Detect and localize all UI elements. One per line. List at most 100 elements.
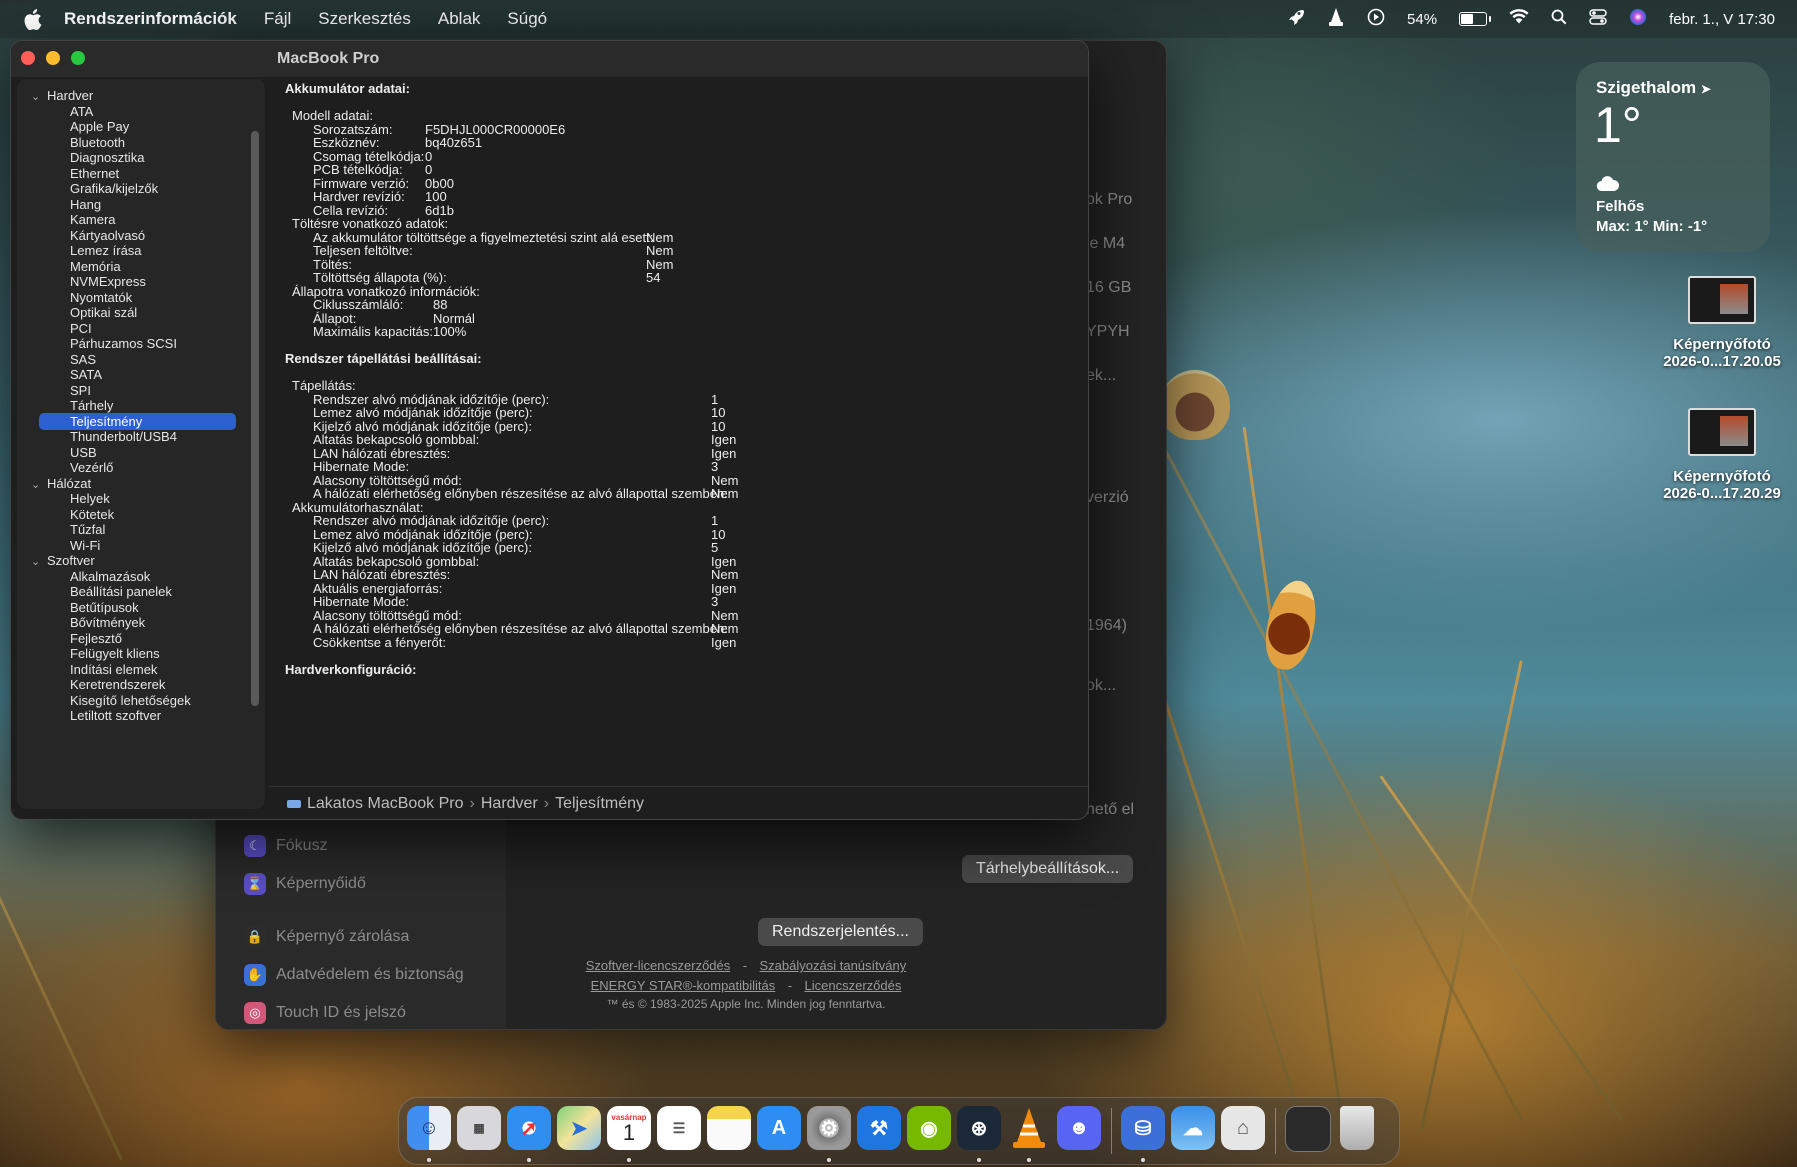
homebrew-icon[interactable]: ⌂ [1221, 1106, 1265, 1150]
screenshot-folder-icon[interactable] [1285, 1106, 1331, 1152]
apple-menu-icon[interactable] [22, 7, 44, 31]
weather-widget[interactable]: Szigethalom ➤ 1° Felhős Max: 1° Min: -1° [1576, 62, 1770, 252]
sidebar-item-privacy-security[interactable]: ✋ Adatvédelem és biztonság [244, 964, 464, 986]
sidebar-item[interactable]: Optikai szál [70, 305, 137, 320]
sidebar-item[interactable]: Wi-Fi [70, 538, 100, 553]
sidebar-item[interactable]: Letiltott szoftver [70, 708, 161, 723]
sidebar-item[interactable]: Kamera [70, 212, 116, 227]
system-settings-icon[interactable]: ⚙ [807, 1106, 851, 1150]
sidebar-item[interactable]: Kisegítő lehetőségek [70, 693, 191, 708]
sidebar-item[interactable]: Grafika/kijelzők [70, 181, 158, 196]
siri-icon[interactable] [1629, 8, 1647, 30]
menu-help[interactable]: Súgó [507, 9, 547, 29]
sidebar-item[interactable]: Tűzfal [70, 522, 105, 537]
spotlight-search-icon[interactable] [1551, 9, 1567, 29]
sidebar-item[interactable]: Vezérlő [70, 460, 113, 475]
sidebar-item-focus[interactable]: ☾ Fókusz [244, 835, 328, 857]
sidebar-category-network[interactable]: ⌄ Hálózat [31, 476, 91, 491]
menu-file[interactable]: Fájl [264, 9, 291, 29]
nvidia-icon[interactable]: ◉ [907, 1106, 951, 1150]
software-license-link[interactable]: Szoftver-licencszerződés [586, 958, 731, 973]
sidebar-item[interactable]: Lemez írása [70, 243, 142, 258]
play-circle-icon[interactable] [1367, 8, 1385, 30]
menu-window[interactable]: Ablak [438, 9, 481, 29]
disk-utility-icon[interactable]: ⛁ [1121, 1106, 1165, 1150]
regulatory-link[interactable]: Szabályozási tanúsítvány [760, 958, 907, 973]
safari-icon[interactable]: ➚ [507, 1106, 551, 1150]
sidebar-category-hardware[interactable]: ⌄ Hardver [31, 88, 93, 103]
sidebar-item-screen-time[interactable]: ⌛ Képernyőidő [244, 873, 366, 895]
notes-icon[interactable] [707, 1106, 751, 1150]
sidebar-item[interactable]: Ethernet [70, 166, 119, 181]
sidebar-item[interactable]: Kötetek [70, 507, 114, 522]
app-store-icon[interactable]: A [757, 1106, 801, 1150]
license-agreement-link[interactable]: Licencszerződés [805, 978, 902, 993]
sidebar-item[interactable]: Keretrendszerek [70, 677, 165, 692]
maps-icon[interactable]: ➤ [557, 1106, 601, 1150]
trash-icon[interactable] [1340, 1106, 1374, 1150]
finder-icon[interactable]: ☺ [407, 1106, 451, 1150]
storage-settings-button[interactable]: Tárhelybeállítások... [962, 855, 1134, 883]
sidebar-item[interactable]: SPI [70, 383, 91, 398]
path-computer[interactable]: Lakatos MacBook Pro [307, 795, 464, 813]
wifi-icon[interactable] [1509, 9, 1529, 29]
battery-icon[interactable] [1459, 12, 1492, 26]
discord-icon[interactable]: ☻ [1057, 1106, 1101, 1150]
control-center-icon[interactable] [1589, 9, 1607, 29]
chevron-down-icon[interactable]: ⌄ [31, 90, 43, 103]
sidebar-item[interactable]: ATA [70, 104, 93, 119]
battery-percent[interactable]: 54% [1407, 11, 1437, 28]
sidebar-item[interactable]: SATA [70, 367, 102, 382]
calendar-icon[interactable]: vasárnap 1 [607, 1106, 651, 1150]
sidebar-item[interactable]: Memória [70, 259, 121, 274]
sidebar-scrollbar[interactable] [251, 131, 259, 706]
sidebar-item[interactable]: Nyomtatók [70, 290, 132, 305]
path-section[interactable]: Hardver [481, 795, 538, 813]
sidebar-item-touch-id[interactable]: ◎ Touch ID és jelszó [244, 1002, 406, 1024]
menubar-clock[interactable]: febr. 1., V 17:30 [1669, 11, 1775, 28]
sidebar-item-lock-screen[interactable]: 🔒 Képernyő zárolása [244, 926, 409, 948]
sidebar-item[interactable]: Fejlesztő [70, 631, 122, 646]
zoom-button[interactable] [71, 51, 85, 65]
sidebar-item[interactable]: SAS [70, 352, 96, 367]
sidebar-item[interactable]: USB [70, 445, 97, 460]
sidebar-item[interactable]: Betűtípusok [70, 600, 139, 615]
desktop-screenshot-file[interactable]: Képernyőfotó 2026-0...17.20.29 [1642, 408, 1797, 502]
minimize-button[interactable] [46, 51, 60, 65]
sidebar-item[interactable]: Alkalmazások [70, 569, 150, 584]
sidebar-item[interactable]: Teljesítmény [70, 414, 142, 429]
weather-icon[interactable]: ☁ [1171, 1106, 1215, 1150]
sidebar-item[interactable]: Beállítási panelek [70, 584, 172, 599]
sidebar-item[interactable]: PCI [70, 321, 92, 336]
launchpad-icon[interactable]: ▦ [457, 1106, 501, 1150]
sidebar-item[interactable]: Diagnosztika [70, 150, 144, 165]
desktop-screenshot-file[interactable]: Képernyőfotó 2026-0...17.20.05 [1642, 276, 1797, 370]
sidebar-item[interactable]: Felügyelt kliens [70, 646, 160, 661]
sidebar-item[interactable]: Bluetooth [70, 135, 125, 150]
sidebar-category-software[interactable]: ⌄ Szoftver [31, 553, 95, 568]
chevron-down-icon[interactable]: ⌄ [31, 555, 43, 568]
sidebar-item[interactable]: Hang [70, 197, 101, 212]
sidebar-item[interactable]: Párhuzamos SCSI [70, 336, 177, 351]
menu-edit[interactable]: Szerkesztés [318, 9, 411, 29]
vlc-menu-icon[interactable] [1327, 7, 1345, 31]
sidebar-item[interactable]: NVMExpress [70, 274, 146, 289]
sidebar-item[interactable]: Helyek [70, 491, 110, 506]
sidebar-item[interactable]: Indítási elemek [70, 662, 157, 677]
system-report-button[interactable]: Rendszerjelentés... [758, 918, 923, 946]
path-item[interactable]: Teljesítmény [555, 795, 644, 813]
reminders-icon[interactable]: ☰ [657, 1106, 701, 1150]
xcode-icon[interactable]: ⚒ [857, 1106, 901, 1150]
energy-star-link[interactable]: ENERGY STAR®-kompatibilitás [591, 978, 776, 993]
close-button[interactable] [21, 51, 35, 65]
sidebar-item[interactable]: Kártyaolvasó [70, 228, 145, 243]
menu-app-name[interactable]: Rendszerinformációk [64, 9, 237, 29]
rocket-icon[interactable] [1287, 8, 1305, 30]
steam-icon[interactable]: ⊛ [957, 1106, 1001, 1150]
chevron-down-icon[interactable]: ⌄ [31, 478, 43, 491]
vlc-icon[interactable] [1007, 1106, 1051, 1150]
sidebar-item[interactable]: Tárhely [70, 398, 113, 413]
sidebar-item[interactable]: Apple Pay [70, 119, 129, 134]
sidebar-item[interactable]: Bővítmények [70, 615, 145, 630]
sidebar-item[interactable]: Thunderbolt/USB4 [70, 429, 177, 444]
